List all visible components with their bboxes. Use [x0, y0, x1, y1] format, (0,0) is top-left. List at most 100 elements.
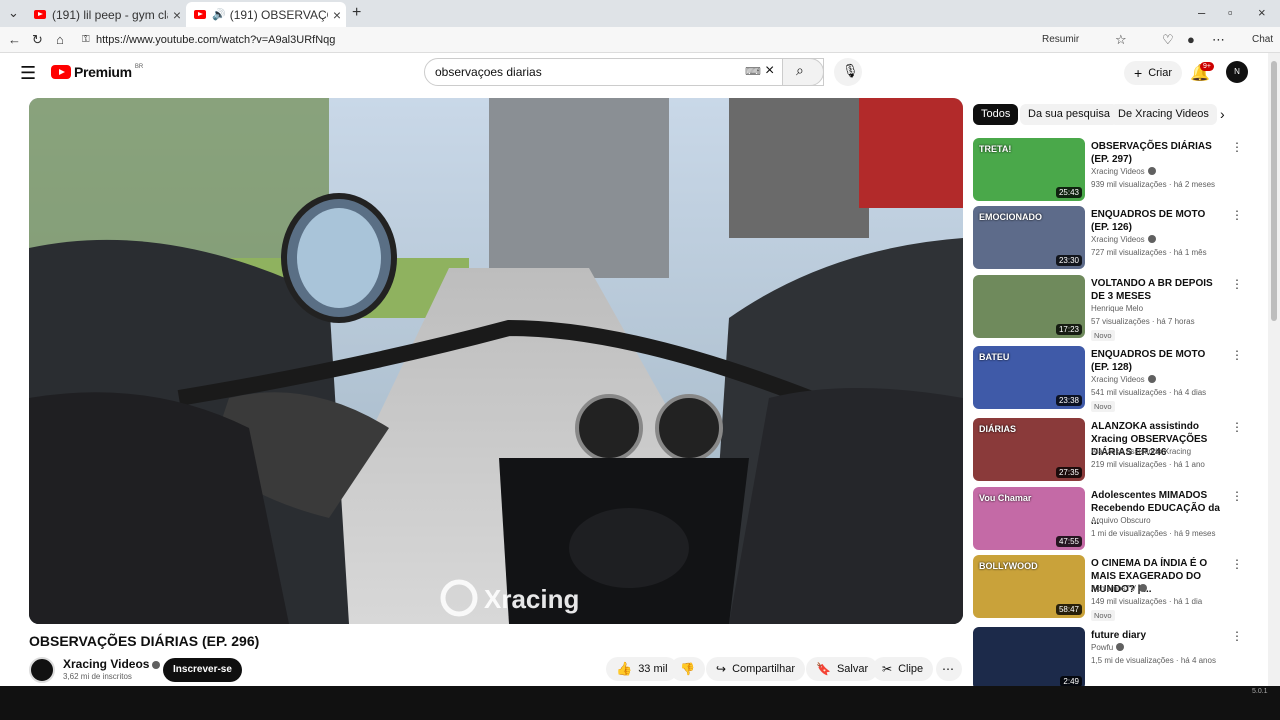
chip-todos[interactable]: Todos	[973, 104, 1019, 125]
video-thumbnail[interactable]: BOLLYWOOD 58:47	[973, 555, 1085, 618]
video-title: OBSERVAÇÕES DIÁRIAS (EP. 296)	[29, 633, 260, 649]
chip-da-sua-pesquisa[interactable]: Da sua pesquisa	[1020, 104, 1118, 125]
channel-name[interactable]: Xracing Videos	[63, 657, 161, 671]
recommendation-title[interactable]: ENQUADROS DE MOTO (EP. 128)	[1091, 348, 1221, 374]
recommendation-title[interactable]: ENQUADROS DE MOTO (EP. 126)	[1091, 208, 1221, 234]
channel-text: Alanzoka assistindo Xracing	[1091, 447, 1192, 456]
browser-tab-1[interactable]: (191) lil peep - gym class - YouTub ×	[26, 2, 186, 27]
clip-button[interactable]: ✂ Clipe	[872, 657, 934, 681]
recommendation-item[interactable]: EMOCIONADO 23:30 ENQUADROS DE MOTO (EP. 12…	[973, 206, 1243, 269]
speaker-icon[interactable]: 🔊	[212, 5, 226, 25]
recommendation-title[interactable]: VOLTANDO A BR DEPOIS DE 3 MESES	[1091, 277, 1221, 303]
thumbs-up-icon: 👍	[616, 661, 633, 676]
kebab-menu-icon[interactable]: ⋮	[1231, 420, 1243, 434]
save-button[interactable]: 🔖 Salvar	[806, 657, 879, 681]
thumbs-down-icon: 👎	[680, 662, 695, 676]
back-icon[interactable]: ←	[8, 30, 21, 50]
youtube-header: ☰ Premium BR observaçoes diarias ⌨ × ⌕ 🎙…	[0, 53, 1268, 93]
scrollbar-thumb[interactable]	[1271, 61, 1277, 321]
recommendation-meta: 939 mil visualizações · há 2 meses	[1091, 180, 1216, 189]
more-actions-button[interactable]: ⋯	[936, 657, 962, 681]
video-thumbnail[interactable]: 17:23	[973, 275, 1085, 338]
channel-text: Powfu	[1091, 643, 1114, 652]
video-thumbnail[interactable]: DIÁRIAS 27:35	[973, 418, 1085, 481]
kebab-menu-icon[interactable]: ⋮	[1231, 489, 1243, 503]
recommendation-channel[interactable]: Alanzoka assistindo Xracing	[1091, 447, 1191, 456]
recommendation-channel[interactable]: Xracing Videos	[1091, 375, 1156, 384]
recommendation-item[interactable]: BATEU 23:38 ENQUADROS DE MOTO (EP. 128) Xra…	[973, 346, 1243, 412]
avatar[interactable]: N	[1226, 61, 1248, 83]
video-player[interactable]: Xracing	[29, 98, 963, 624]
video-thumbnail[interactable]: TRETA! 25:43	[973, 138, 1085, 201]
menu-icon[interactable]: ☰	[20, 63, 36, 84]
keyboard-icon[interactable]: ⌨	[745, 59, 761, 85]
video-thumbnail[interactable]: Vou Chamar 47:55	[973, 487, 1085, 550]
kebab-menu-icon[interactable]: ⋮	[1231, 629, 1243, 643]
recommendation-channel[interactable]: Powfu	[1091, 643, 1125, 652]
share-icon: ↪	[716, 662, 727, 676]
video-watermark: Xracing	[484, 584, 579, 614]
recommendation-channel[interactable]: Xracing Videos	[1091, 235, 1156, 244]
kebab-menu-icon[interactable]: ⋮	[1231, 348, 1243, 362]
profile-avatar-icon[interactable]: ●	[1187, 30, 1195, 50]
voice-search-button[interactable]: 🎙	[834, 58, 862, 86]
recommendation-title[interactable]: OBSERVAÇÕES DIÁRIAS (EP. 297)	[1091, 140, 1221, 166]
clear-search-icon[interactable]: ×	[765, 58, 774, 84]
video-thumbnail[interactable]: 2:49	[973, 627, 1085, 690]
close-window-icon[interactable]: ×	[1258, 3, 1266, 23]
summarize-button[interactable]: Resumir	[1042, 30, 1079, 50]
verified-icon	[152, 661, 161, 669]
dislike-button[interactable]: 👎	[670, 657, 705, 681]
browser-tab-2[interactable]: 🔊 (191) OBSERVAÇÕES DIÁRIAS ×	[186, 2, 346, 27]
kebab-menu-icon[interactable]: ⋮	[1231, 140, 1243, 154]
restore-icon[interactable]: ▫	[1228, 3, 1233, 23]
verified-icon	[1147, 167, 1156, 175]
home-icon[interactable]: ⌂	[56, 30, 64, 50]
clip-label: Clipe	[898, 663, 924, 675]
page-scrollbar[interactable]	[1268, 53, 1280, 686]
close-tab-icon[interactable]: ×	[168, 7, 186, 23]
channel-text: AchismosTV	[1091, 584, 1136, 593]
collections-icon[interactable]: ♡	[1162, 30, 1174, 50]
more-options-icon[interactable]: ⋯	[1212, 30, 1225, 50]
chip-de-xracing-videos[interactable]: De Xracing Videos	[1110, 104, 1217, 125]
favorites-icon[interactable]: ☆	[1115, 30, 1127, 50]
recommendation-item[interactable]: 2:49 future diary Powfu 1,5 mi de visualiza…	[973, 627, 1243, 690]
youtube-logo[interactable]: Premium BR	[51, 64, 143, 80]
channel-text: Henrique Melo	[1091, 304, 1144, 313]
new-tab-icon[interactable]: +	[352, 3, 361, 23]
tab-list-chevron-icon[interactable]: ⌄	[8, 3, 19, 23]
recommendation-title[interactable]: future diary	[1091, 629, 1221, 642]
subscribe-button[interactable]: Inscrever-se	[163, 658, 242, 682]
recommendation-item[interactable]: TRETA! 25:43 OBSERVAÇÕES DIÁRIAS (EP. 297)…	[973, 138, 1243, 201]
channel-name-text: Xracing Videos	[63, 657, 150, 671]
channel-avatar[interactable]	[29, 657, 55, 683]
minimize-icon[interactable]: –	[1198, 3, 1205, 23]
recommendation-item[interactable]: DIÁRIAS 27:35 ALANZOKA assistindo Xracing …	[973, 418, 1243, 481]
video-thumbnail[interactable]: BATEU 23:38	[973, 346, 1085, 409]
close-tab-icon[interactable]: ×	[328, 7, 346, 23]
search-input[interactable]: observaçoes diarias ⌨ ×	[424, 58, 824, 86]
recommendation-item[interactable]: BOLLYWOOD 58:47 O CINEMA DA ÍNDIA É O MAIS…	[973, 555, 1243, 621]
recommendation-item[interactable]: Vou Chamar 47:55 Adolescentes MIMADOS Rece…	[973, 487, 1243, 550]
recommendation-item[interactable]: 17:23 VOLTANDO A BR DEPOIS DE 3 MESES Henr…	[973, 275, 1243, 341]
kebab-menu-icon[interactable]: ⋮	[1231, 557, 1243, 571]
recommendation-channel[interactable]: Henrique Melo	[1091, 304, 1143, 313]
video-thumbnail[interactable]: EMOCIONADO 23:30	[973, 206, 1085, 269]
like-count: 33 mil	[638, 663, 668, 675]
video-frame: Xracing	[29, 98, 963, 624]
share-button[interactable]: ↪ Compartilhar	[706, 657, 806, 681]
recommendation-channel[interactable]: AchismosTV	[1091, 584, 1147, 593]
site-info-icon[interactable]: ⚿	[82, 30, 90, 50]
kebab-menu-icon[interactable]: ⋮	[1231, 277, 1243, 291]
like-button[interactable]: 👍 33 mil	[606, 657, 678, 681]
recommendation-channel[interactable]: Xracing Videos	[1091, 167, 1156, 176]
create-button[interactable]: + Criar	[1124, 61, 1183, 85]
kebab-menu-icon[interactable]: ⋮	[1231, 208, 1243, 222]
chevron-right-icon[interactable]: ›	[1220, 106, 1225, 122]
recommendation-channel[interactable]: Arquivo Obscuro	[1091, 516, 1151, 525]
video-duration: 47:55	[1055, 536, 1082, 547]
reload-icon[interactable]: ↻	[32, 30, 43, 50]
search-button[interactable]: ⌕	[782, 58, 824, 86]
chat-button[interactable]: Chat	[1252, 30, 1273, 50]
